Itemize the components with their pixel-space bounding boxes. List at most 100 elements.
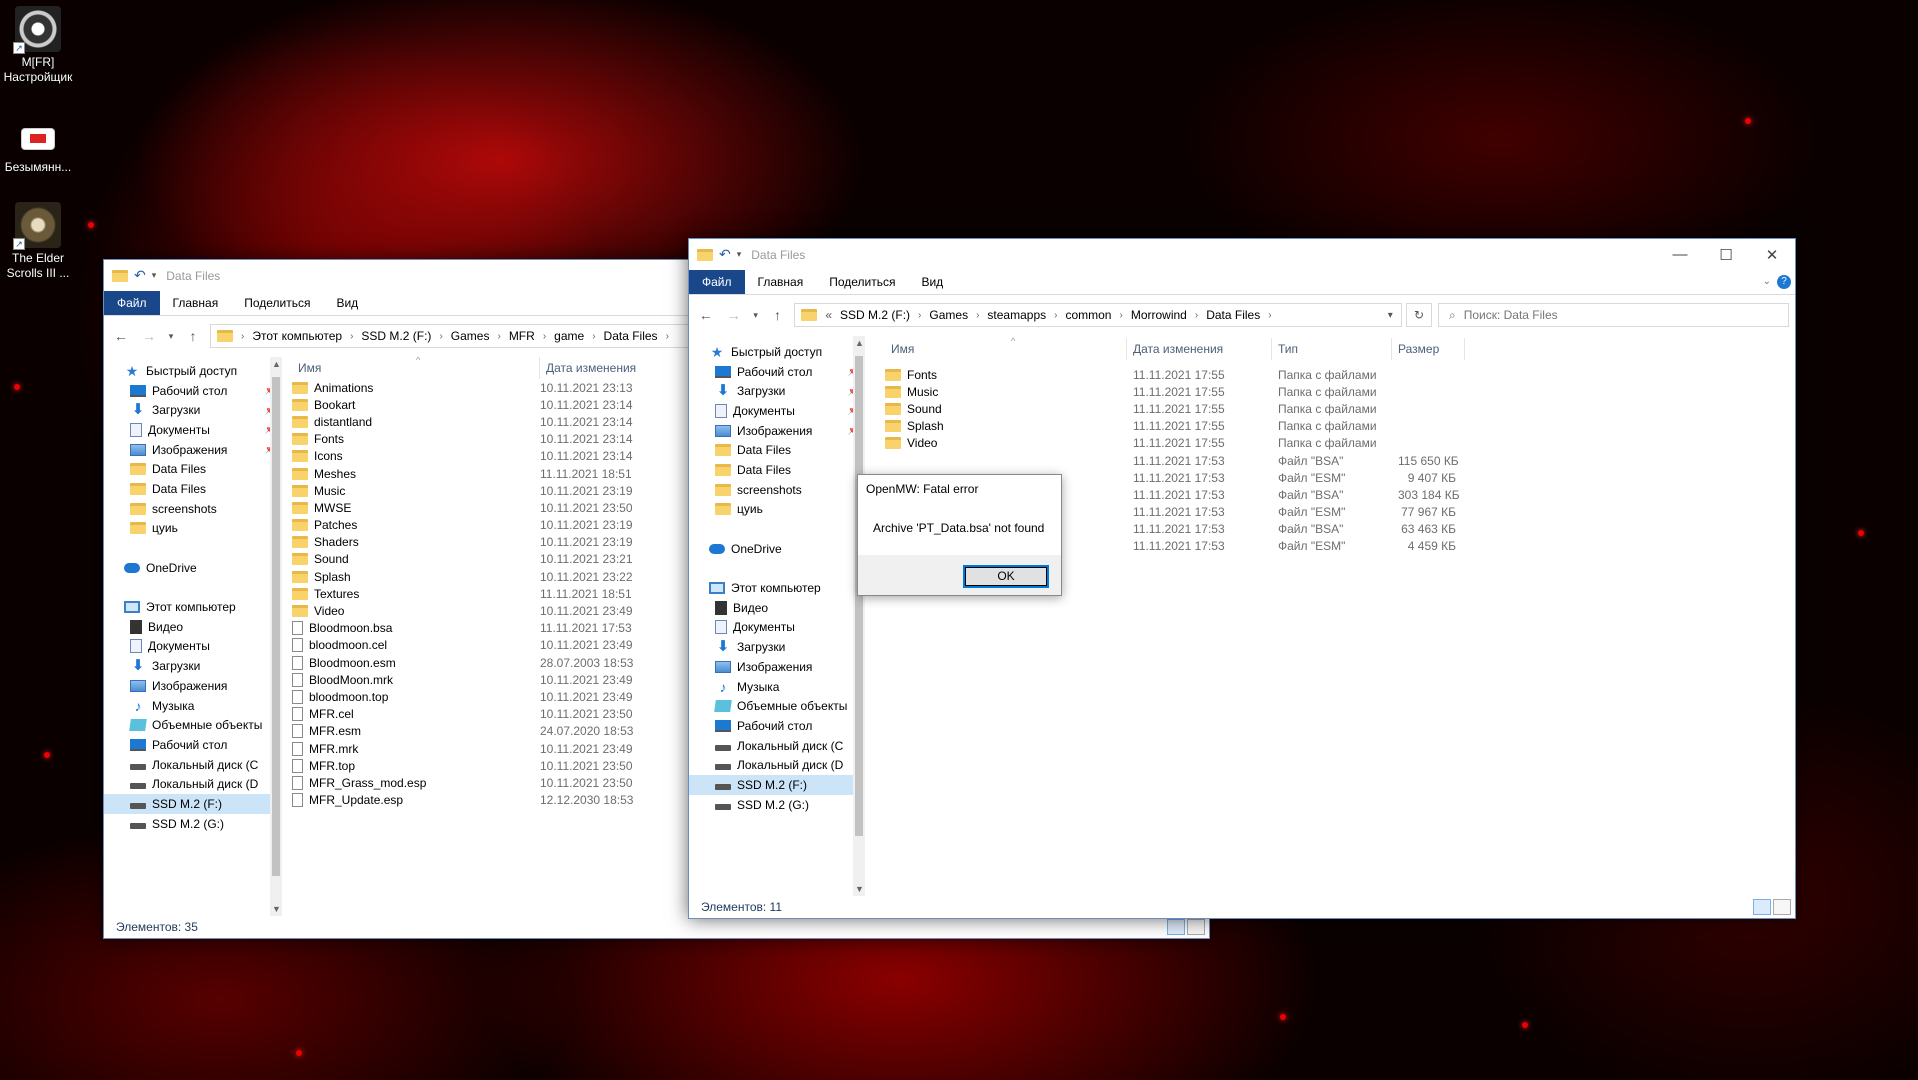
- nav-item[interactable]: Изображения📌: [689, 421, 865, 441]
- nav-scrollbar[interactable]: ▲ ▼: [853, 336, 865, 896]
- breadcrumb-separator-icon[interactable]: ›: [543, 331, 546, 342]
- address-bar[interactable]: « SSD M.2 (F:) › Games › steamapps › common › Mo…: [794, 303, 1403, 327]
- breadcrumb-segment[interactable]: Games: [451, 329, 490, 343]
- nav-item[interactable]: Документы: [689, 618, 865, 638]
- breadcrumb-separator-icon[interactable]: ›: [666, 331, 669, 342]
- expand-ribbon-icon[interactable]: ⌄: [1757, 270, 1777, 294]
- nav-item[interactable]: Объемные объекты: [104, 715, 282, 735]
- nav-item[interactable]: Рабочий стол📌: [104, 381, 282, 401]
- maximize-icon[interactable]: ☐: [1703, 239, 1749, 270]
- nav-item[interactable]: Data Files: [104, 479, 282, 499]
- nav-item[interactable]: Видео: [689, 598, 865, 618]
- refresh-icon[interactable]: ↻: [1406, 303, 1432, 327]
- breadcrumb-segment[interactable]: Games: [929, 308, 968, 322]
- nav-item[interactable]: Локальный диск (D: [104, 774, 282, 794]
- nav-item[interactable]: Data Files: [689, 440, 865, 460]
- tab-home[interactable]: Главная: [745, 270, 817, 294]
- column-size-header[interactable]: Размер: [1392, 338, 1465, 360]
- column-date-header[interactable]: Дата изменения: [540, 357, 680, 379]
- details-view-icon[interactable]: [1753, 899, 1771, 915]
- scroll-down-icon[interactable]: ▼: [272, 904, 281, 914]
- breadcrumb-segment[interactable]: Morrowind: [1131, 308, 1187, 322]
- forward-arrow-icon[interactable]: →: [138, 328, 160, 344]
- nav-item[interactable]: ♪ Музыка: [104, 696, 282, 716]
- nav-item[interactable]: Документы📌: [689, 401, 865, 421]
- address-dropdown-icon[interactable]: ▾: [1380, 310, 1400, 321]
- column-date-header[interactable]: Дата изменения: [1127, 338, 1272, 360]
- nav-item[interactable]: ⬇Загрузки📌: [689, 381, 865, 401]
- nav-item[interactable]: цуиь: [689, 500, 865, 520]
- tab-file[interactable]: Файл: [104, 291, 160, 315]
- breadcrumb-separator-icon[interactable]: ›: [592, 331, 595, 342]
- chevron-down-icon[interactable]: ▾: [152, 270, 157, 281]
- search-box[interactable]: ⌕ Поиск: Data Files: [1437, 303, 1789, 327]
- file-row[interactable]: 11.11.2021 17:53 Файл "BSA" 115 650 КБ: [885, 452, 1795, 469]
- large-icons-view-icon[interactable]: [1187, 919, 1205, 935]
- tab-home[interactable]: Главная: [160, 291, 232, 315]
- chevron-down-icon[interactable]: ▾: [737, 249, 742, 260]
- recent-locations-chevron-icon[interactable]: ▾: [166, 331, 176, 342]
- breadcrumb-separator-icon[interactable]: ›: [497, 331, 500, 342]
- close-icon[interactable]: ✕: [1749, 239, 1795, 270]
- desktop-shortcut-unnamed[interactable]: Безымянн...: [0, 122, 76, 175]
- nav-item[interactable]: ★ Быстрый доступ: [689, 342, 865, 362]
- nav-item[interactable]: Data Files: [689, 460, 865, 480]
- desktop-shortcut-morrowind[interactable]: ↗ The Elder Scrolls III ...: [0, 202, 76, 281]
- nav-item[interactable]: Объемные объекты: [689, 696, 865, 716]
- up-arrow-icon[interactable]: ↑: [182, 328, 204, 344]
- nav-item[interactable]: Рабочий стол: [689, 716, 865, 736]
- nav-item[interactable]: Рабочий стол📌: [689, 362, 865, 382]
- file-row[interactable]: Music 11.11.2021 17:55 Папка с файлами: [885, 383, 1795, 400]
- nav-item[interactable]: Видео: [104, 617, 282, 637]
- breadcrumb-separator-icon[interactable]: ›: [918, 310, 921, 321]
- nav-item[interactable]: screenshots: [104, 499, 282, 519]
- breadcrumb-separator-icon[interactable]: ›: [1195, 310, 1198, 321]
- large-icons-view-icon[interactable]: [1773, 899, 1791, 915]
- breadcrumb-separator-icon[interactable]: ›: [976, 310, 979, 321]
- nav-item[interactable]: Data Files: [104, 459, 282, 479]
- minimize-icon[interactable]: —: [1657, 239, 1703, 270]
- tab-share[interactable]: Поделиться: [231, 291, 323, 315]
- breadcrumb-separator-icon[interactable]: ›: [439, 331, 442, 342]
- nav-item[interactable]: Локальный диск (C: [689, 736, 865, 756]
- nav-item[interactable]: ⬇ Загрузки: [104, 656, 282, 676]
- breadcrumb-separator-icon[interactable]: ›: [1054, 310, 1057, 321]
- breadcrumb-segment[interactable]: SSD M.2 (F:): [361, 329, 431, 343]
- nav-item[interactable]: Рабочий стол: [104, 735, 282, 755]
- recent-locations-chevron-icon[interactable]: ▾: [751, 310, 761, 321]
- nav-item[interactable]: Этот компьютер: [104, 597, 282, 617]
- nav-scrollbar[interactable]: ▲ ▼: [270, 357, 282, 916]
- nav-item[interactable]: цуиь: [104, 519, 282, 539]
- file-row[interactable]: Fonts 11.11.2021 17:55 Папка с файлами: [885, 366, 1795, 383]
- breadcrumb-separator-icon[interactable]: ›: [1268, 310, 1271, 321]
- nav-item[interactable]: Документы: [104, 637, 282, 657]
- nav-item[interactable]: Этот компьютер: [689, 578, 865, 598]
- nav-item[interactable]: ♪ Музыка: [689, 677, 865, 697]
- nav-item[interactable]: Локальный диск (D: [689, 755, 865, 775]
- nav-item[interactable]: SSD M.2 (G:): [104, 814, 282, 834]
- nav-item[interactable]: Локальный диск (C: [104, 755, 282, 775]
- column-name-header[interactable]: Имя: [865, 338, 1127, 360]
- nav-item[interactable]: Изображения: [689, 657, 865, 677]
- nav-item[interactable]: OneDrive: [104, 558, 282, 578]
- breadcrumb-segment[interactable]: game: [554, 329, 584, 343]
- file-row[interactable]: Video 11.11.2021 17:55 Папка с файлами: [885, 435, 1795, 452]
- breadcrumb-segment[interactable]: steamapps: [987, 308, 1046, 322]
- scroll-down-icon[interactable]: ▼: [855, 884, 864, 894]
- breadcrumb-segment[interactable]: common: [1065, 308, 1111, 322]
- desktop-shortcut-mfr-settings[interactable]: ↗ M[FR] Настройщик: [0, 6, 76, 85]
- scroll-up-icon[interactable]: ▲: [272, 359, 281, 369]
- nav-item[interactable]: ⬇ Загрузки: [689, 637, 865, 657]
- ok-button[interactable]: OK: [963, 564, 1049, 588]
- up-arrow-icon[interactable]: ↑: [767, 307, 789, 323]
- nav-item[interactable]: SSD M.2 (F:): [104, 794, 282, 814]
- undo-icon[interactable]: ↶: [719, 246, 731, 263]
- nav-item[interactable]: Документы📌: [104, 420, 282, 440]
- tab-view[interactable]: Вид: [908, 270, 956, 294]
- file-row[interactable]: Sound 11.11.2021 17:55 Папка с файлами: [885, 400, 1795, 417]
- tab-share[interactable]: Поделиться: [816, 270, 908, 294]
- breadcrumb-segment[interactable]: Data Files: [1206, 308, 1260, 322]
- tab-view[interactable]: Вид: [323, 291, 371, 315]
- back-arrow-icon[interactable]: ←: [695, 307, 717, 323]
- breadcrumb-segment[interactable]: Этот компьютер: [252, 329, 342, 343]
